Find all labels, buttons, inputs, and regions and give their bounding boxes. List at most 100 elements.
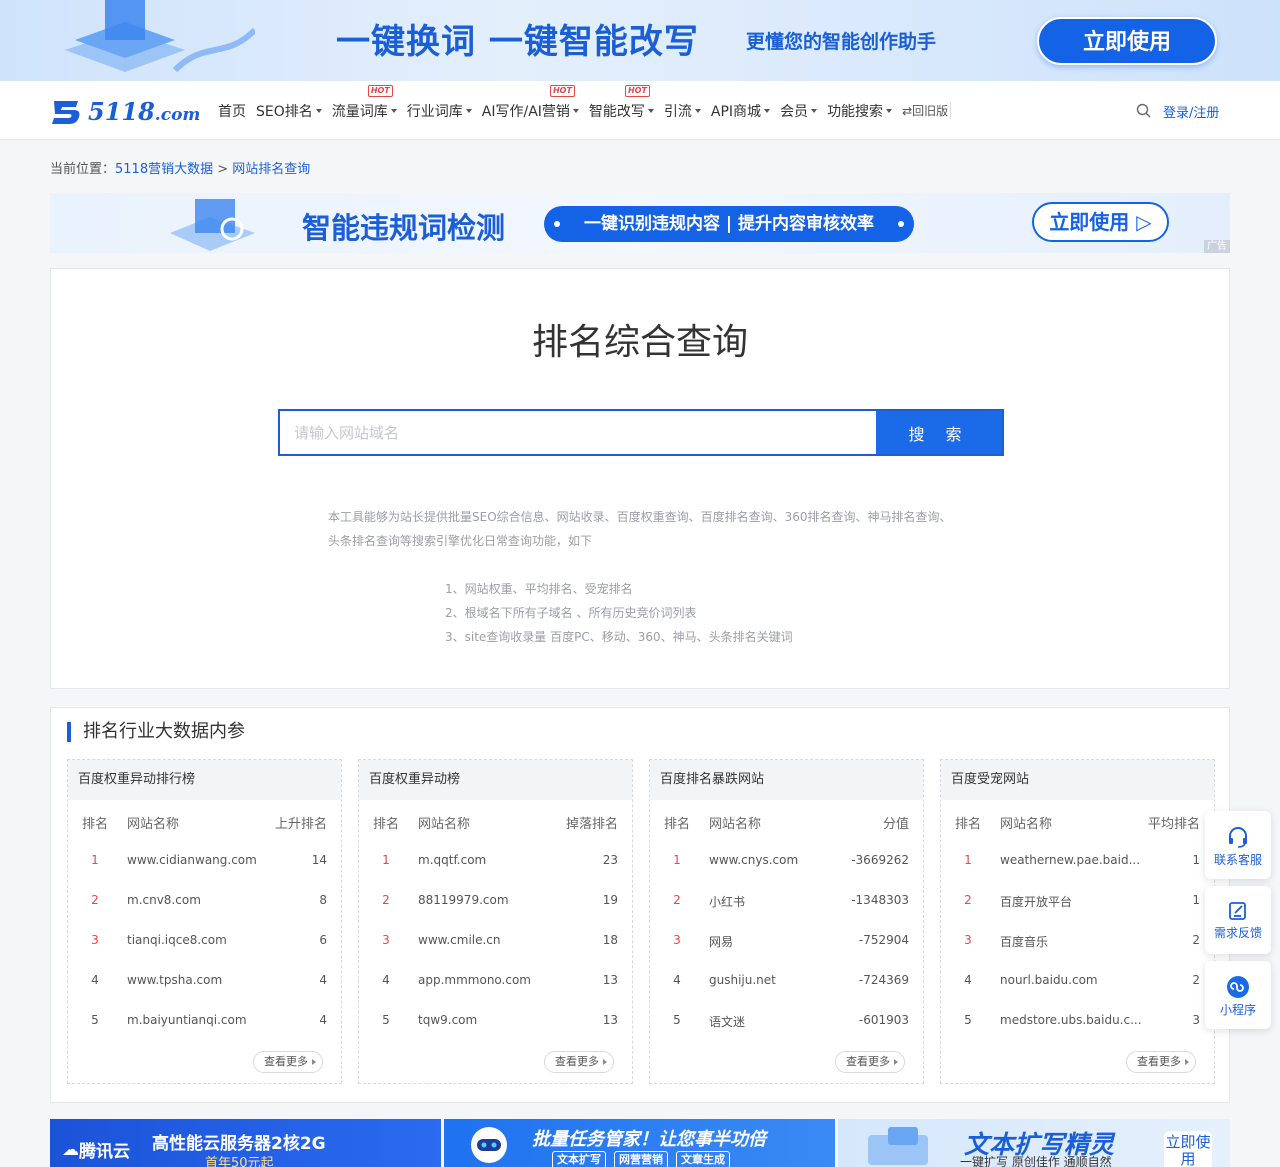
nav-item-smart-rewrite[interactable]: 智能改写 HOT (589, 84, 654, 121)
rank-number: 5 (673, 1013, 681, 1027)
ad-tag: 文本扩写 (552, 1151, 606, 1167)
column-header: 分值 (882, 817, 909, 832)
login-register-link[interactable]: 登录/注册 (1163, 102, 1219, 121)
search-button[interactable]: 搜 索 (876, 411, 1002, 454)
mini-program-icon (1227, 976, 1249, 998)
text-expand-ad[interactable]: 文本扩写精灵 一键扩写 原创佳作 通顺自然 立即使用 (838, 1119, 1230, 1167)
table-row[interactable]: 2 小红书 -1348303 (650, 880, 923, 920)
nav-item-feature-search[interactable]: 功能搜索 (827, 101, 893, 121)
top-ad-banner[interactable]: 一键换词 一键智能改写 更懂您的智能创作助手 立即使用 (0, 0, 1280, 81)
nav-item-seo-rank[interactable]: SEO排名 (256, 101, 322, 121)
rank-value: 18 (602, 933, 618, 947)
contact-service-button[interactable]: 联系客服 (1205, 811, 1271, 879)
table-row[interactable]: 1 m.qqtf.com 23 (359, 840, 632, 880)
view-more-button[interactable]: 查看更多 (253, 1051, 323, 1073)
view-more-button[interactable]: 查看更多 (544, 1051, 614, 1073)
tencent-cloud-ad[interactable]: ☁ 腾讯云 高性能云服务器2核2G 首年50元起 (50, 1119, 441, 1167)
rank-number: 1 (91, 853, 99, 867)
table-row[interactable]: 3 百度音乐 2 (941, 920, 1214, 960)
table-row[interactable]: 4 app.mmmono.com 13 (359, 960, 632, 1000)
ad-illustration-icon (868, 1127, 928, 1165)
table-row[interactable]: 4 www.tpsha.com 4 (68, 960, 341, 1000)
logo-suffix: .com (154, 104, 201, 125)
rank-value: -752904 (858, 933, 909, 947)
swap-icon: ⇄ (902, 103, 913, 118)
tool-description: 本工具能够为站长提供批量SEO综合信息、网站收录、百度权重查询、百度排名查询、3… (328, 510, 952, 548)
rank-number: 2 (91, 893, 99, 907)
banner-title: 一键换词 一键智能改写 (336, 22, 699, 62)
old-version-link[interactable]: ⇄ 回旧版 (902, 102, 952, 119)
banner-subtitle: 更懂您的智能创作助手 (746, 31, 937, 53)
rank-value: 13 (602, 1013, 618, 1027)
ad-subtitle: 首年50元起 (205, 1156, 274, 1167)
rank-number: 2 (382, 893, 390, 907)
feature-item: 3、site查询收录量 百度PC、移动、360、神马、头条排名关键词 (445, 630, 793, 644)
rank-value: 3 (1192, 1013, 1200, 1027)
robot-icon (471, 1127, 507, 1163)
rank-number: 5 (964, 1013, 972, 1027)
table-row[interactable]: 5 m.baiyuntianqi.com 4 (68, 1000, 341, 1040)
table-row[interactable]: 2 m.cnv8.com 8 (68, 880, 341, 920)
table-row[interactable]: 5 tqw9.com 13 (359, 1000, 632, 1040)
nav-item-traffic-words[interactable]: 流量词库 HOT (332, 84, 397, 121)
ad-use-now-button[interactable]: 立即使用 (1164, 1131, 1212, 1167)
table-row[interactable]: 5 medstore.ubs.baidu.c... 3 (941, 1000, 1214, 1040)
rank-value: -3669262 (851, 853, 909, 867)
nav-item-member[interactable]: 会员 (780, 101, 818, 121)
nav-item-home[interactable]: 首页 (218, 101, 246, 121)
rank-card: 百度受宠网站 排名 网站名称 平均排名 1 weathernew.pae.baid... 1… (940, 759, 1215, 1084)
card-title: 百度权重异动排行榜 (68, 760, 341, 800)
violation-check-ad[interactable]: 智能违规词检测 一键识别违规内容 | 提升内容审核效率 立即使用 ▷ 广告 (50, 193, 1230, 253)
table-header: 排名 网站名称 掉落排名 (359, 800, 632, 840)
search-icon[interactable] (1136, 103, 1151, 118)
rank-number: 4 (673, 973, 681, 987)
column-header: 排名 (664, 817, 690, 832)
rank-card: 百度权重异动排行榜 排名 网站名称 上升排名 1 www.cidianwang.com 14… (67, 759, 342, 1084)
feature-item: 1、网站权重、平均排名、受宠排名 (445, 582, 633, 596)
nav-item-industry-words[interactable]: 行业词库 (407, 101, 472, 121)
breadcrumb-home-link[interactable]: 5118营销大数据 (115, 162, 213, 177)
nav-item-api-store[interactable]: API商城 (711, 101, 771, 121)
ad-use-now-button[interactable]: 立即使用 ▷ (1032, 202, 1169, 242)
view-more-button[interactable]: 查看更多 (1126, 1051, 1196, 1073)
search-box: 搜 索 (278, 409, 1004, 456)
main-menu: 首页 SEO排名 流量词库 HOT 行业词库 AI写作/AI营销 HOT 智能改写 H… (218, 81, 952, 140)
table-row[interactable]: 3 www.cmile.cn 18 (359, 920, 632, 960)
banner-use-now-button[interactable]: 立即使用 (1037, 17, 1217, 65)
nav-item-traffic[interactable]: 引流 (664, 101, 701, 121)
ad-tag: 广告 (1204, 240, 1230, 253)
card-title: 百度权重异动榜 (359, 760, 632, 800)
table-row[interactable]: 1 www.cidianwang.com 14 (68, 840, 341, 880)
domain-search-input[interactable] (280, 411, 876, 454)
view-more-button[interactable]: 查看更多 (835, 1051, 905, 1073)
breadcrumb-current-link[interactable]: 网站排名查询 (232, 162, 310, 177)
table-row[interactable]: 3 网易 -752904 (650, 920, 923, 960)
table-row[interactable]: 2 88119979.com 19 (359, 880, 632, 920)
table-row[interactable]: 5 语文迷 -601903 (650, 1000, 923, 1040)
page-title: 排名综合查询 (531, 322, 748, 363)
section-title: 排名行业大数据内参 (67, 722, 245, 742)
rank-value: 6 (319, 933, 327, 947)
batch-task-ad[interactable]: 批量任务管家！让您事半功倍 文本扩写 网营营销 文章生成 (444, 1119, 835, 1167)
table-row[interactable]: 4 gushiju.net -724369 (650, 960, 923, 1000)
table-row[interactable]: 4 nourl.baidu.com 2 (941, 960, 1214, 1000)
rank-value: 14 (311, 853, 327, 867)
table-row[interactable]: 1 www.cnys.com -3669262 (650, 840, 923, 880)
column-header: 排名 (82, 817, 108, 832)
site-logo[interactable]: 5118.com (50, 95, 200, 127)
mini-program-button[interactable]: 小程序 (1205, 961, 1271, 1029)
rank-card: 百度权重异动榜 排名 网站名称 掉落排名 1 m.qqtf.com 23 2 88119979.… (358, 759, 633, 1084)
table-row[interactable]: 1 weathernew.pae.baid... 1 (941, 840, 1214, 880)
rank-value: 2 (1192, 933, 1200, 947)
nav-item-ai-writing[interactable]: AI写作/AI营销 HOT (482, 84, 579, 121)
feature-list: 1、网站权重、平均排名、受宠排名 2、根域名下所有子域名 、所有历史竞价词列表 … (445, 577, 793, 649)
rank-number: 3 (673, 933, 681, 947)
rank-number: 4 (964, 973, 972, 987)
rank-number: 5 (382, 1013, 390, 1027)
rank-value: 19 (602, 893, 618, 907)
table-row[interactable]: 2 百度开放平台 1 (941, 880, 1214, 920)
rank-value: 4 (319, 973, 327, 987)
feedback-button[interactable]: 需求反馈 (1205, 886, 1271, 954)
table-row[interactable]: 3 tianqi.iqce8.com 6 (68, 920, 341, 960)
headset-icon (1229, 827, 1247, 848)
